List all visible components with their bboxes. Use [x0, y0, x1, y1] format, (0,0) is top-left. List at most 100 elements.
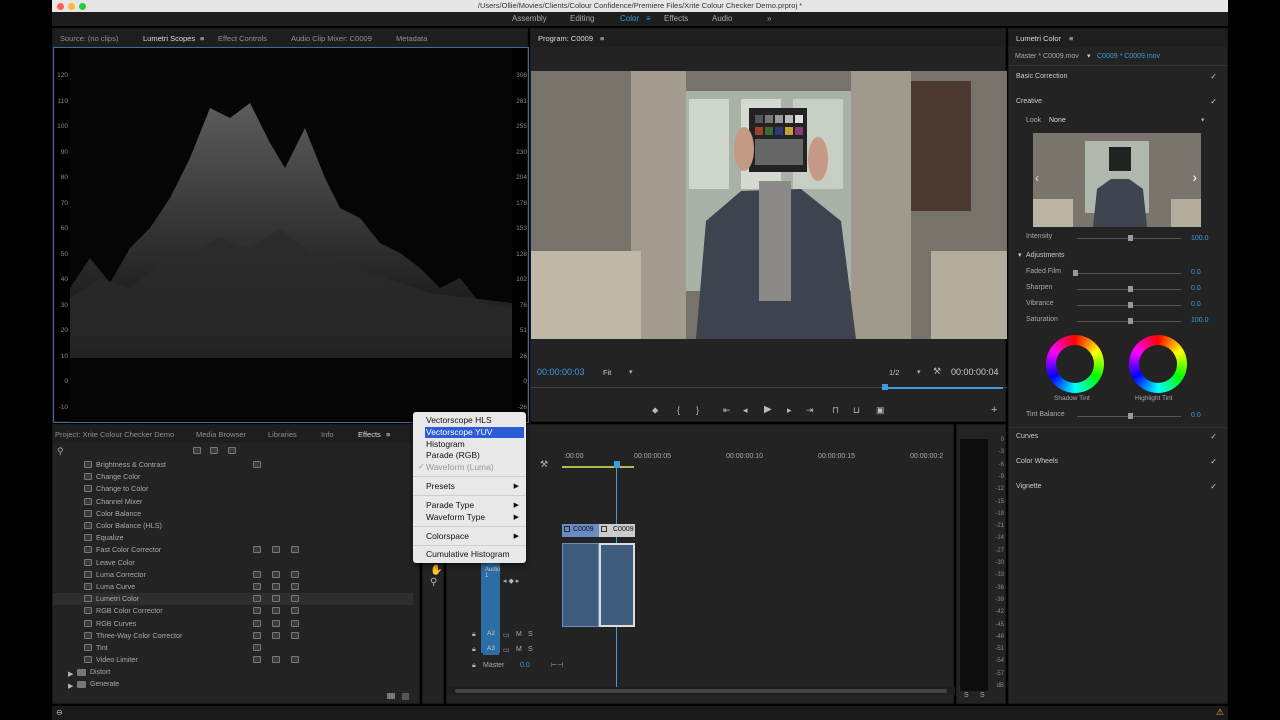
new-bin-icon[interactable]	[387, 693, 395, 699]
zoom-dropdown-icon[interactable]: ▾	[629, 368, 633, 376]
keyframe-nav-icon[interactable]: ◂ ◆ ▸	[503, 577, 519, 585]
lumetri-title[interactable]: Lumetri Color	[1016, 34, 1061, 43]
workspace-editing[interactable]: Editing	[570, 14, 594, 23]
workspace-assembly[interactable]: Assembly	[512, 14, 547, 23]
program-video-frame[interactable]	[531, 71, 1007, 339]
mark-out-icon[interactable]: }	[696, 405, 699, 415]
tab-menu-icon[interactable]: ≡	[200, 34, 204, 43]
effect-item[interactable]: Equalize	[53, 532, 413, 544]
meter-solo-left[interactable]: S	[964, 692, 969, 699]
menu-waveform-type[interactable]: Waveform Type ▶	[413, 512, 526, 523]
master-lock-icon[interactable]: 🔒︎	[472, 662, 476, 670]
timeline-scroll-thumb[interactable]	[455, 689, 947, 693]
sharpen-value[interactable]: 0.0	[1191, 285, 1201, 292]
status-icon[interactable]: ⊖	[56, 708, 63, 717]
program-playhead[interactable]	[882, 384, 888, 390]
clip-dropdown-icon[interactable]: ▾	[1087, 52, 1091, 60]
yuv-effects-filter-icon[interactable]	[228, 447, 236, 454]
a3-track-label[interactable]: A3	[483, 643, 499, 655]
intensity-value[interactable]: 100.0	[1191, 235, 1209, 242]
zoom-tool-icon[interactable]: ⚲	[430, 577, 437, 588]
basic-correction-header[interactable]: Basic Correction	[1016, 73, 1067, 80]
menu-histogram[interactable]: Histogram	[413, 439, 526, 450]
adjustments-collapse-icon[interactable]: ▾	[1018, 251, 1022, 259]
generate-folder[interactable]: Generate	[90, 681, 119, 688]
a2-lock-icon[interactable]: 🔒︎	[472, 631, 476, 639]
go-to-in-icon[interactable]: ⇤	[723, 405, 731, 416]
effect-item[interactable]: Video Limiter	[53, 654, 413, 666]
menu-colorspace[interactable]: Colorspace ▶	[413, 531, 526, 542]
a2-camera-icon[interactable]: ▭	[503, 631, 510, 639]
effect-item[interactable]: Luma Corrector	[53, 569, 413, 581]
master-clip-label[interactable]: Master * C0009.mov	[1015, 53, 1079, 60]
a2-track-label[interactable]: A2	[483, 628, 499, 640]
tab-effect-controls[interactable]: Effect Controls	[218, 34, 267, 43]
a3-lock-icon[interactable]: 🔒︎	[472, 646, 476, 654]
active-clip-label[interactable]: C0009 * C0009.mov	[1097, 53, 1160, 60]
tab-project[interactable]: Project: Xrite Colour Checker Demo	[55, 430, 174, 439]
accelerated-effects-filter-icon[interactable]	[193, 447, 201, 454]
curves-header[interactable]: Curves	[1016, 433, 1038, 440]
adjustments-header[interactable]: Adjustments	[1026, 252, 1065, 259]
look-dropdown-icon[interactable]: ▾	[1201, 116, 1205, 124]
play-icon[interactable]: ▶	[764, 404, 772, 415]
color-wheels-header[interactable]: Color Wheels	[1016, 458, 1058, 465]
distort-folder[interactable]: Distort	[90, 669, 110, 676]
master-link-icon[interactable]: ⊢⊣	[551, 661, 563, 669]
32bit-effects-filter-icon[interactable]	[210, 447, 218, 454]
tab-media-browser[interactable]: Media Browser	[196, 430, 246, 439]
generate-folder-expand-icon[interactable]: ▶	[68, 682, 73, 690]
vibrance-slider-knob[interactable]	[1128, 302, 1133, 308]
program-current-timecode[interactable]: 00:00:00:03	[537, 367, 585, 377]
creative-enable-check[interactable]: ✓	[1210, 97, 1217, 106]
intensity-slider-knob[interactable]	[1128, 235, 1133, 241]
effects-menu-icon[interactable]: ≡	[386, 430, 390, 439]
audio-clip-1[interactable]	[562, 543, 599, 627]
sharpen-slider-knob[interactable]	[1128, 286, 1133, 292]
minimize-window-button[interactable]	[68, 3, 75, 10]
menu-presets[interactable]: Presets ▶	[413, 481, 526, 492]
playback-resolution-select[interactable]: 1/2	[889, 368, 899, 377]
tint-balance-value[interactable]: 0.0	[1191, 412, 1201, 419]
timeline-settings-wrench-icon[interactable]: ⚒	[540, 459, 548, 470]
waveform-scope[interactable]	[53, 47, 529, 423]
highlight-tint-wheel[interactable]	[1129, 335, 1187, 393]
a2-mute-button[interactable]: M	[516, 631, 522, 638]
look-select[interactable]: None	[1049, 117, 1066, 124]
workspace-menu-icon[interactable]: ≡	[646, 14, 651, 23]
saturation-slider-knob[interactable]	[1128, 318, 1133, 324]
lumetri-menu-icon[interactable]: ≡	[1069, 34, 1073, 43]
effect-item[interactable]: Channel Mixer	[53, 496, 413, 508]
shadow-tint-wheel[interactable]	[1046, 335, 1104, 393]
color-wheels-enable-check[interactable]: ✓	[1210, 457, 1217, 466]
master-volume-value[interactable]: 0.0	[520, 662, 530, 669]
meter-solo-right[interactable]: S	[980, 692, 985, 699]
step-back-icon[interactable]: ◂	[743, 405, 748, 416]
search-icon[interactable]: ⚲	[57, 446, 64, 457]
faded-film-value[interactable]: 0.0	[1191, 269, 1201, 276]
previous-look-icon[interactable]: ‹	[1035, 171, 1039, 185]
menu-cumulative-histogram[interactable]: Cumulative Histogram	[413, 549, 526, 560]
vignette-header[interactable]: Vignette	[1016, 483, 1042, 490]
a2-solo-button[interactable]: S	[528, 631, 533, 638]
effect-item[interactable]: Fast Color Corrector	[53, 544, 413, 556]
settings-wrench-icon[interactable]: ⚒	[933, 366, 941, 377]
zoom-level-select[interactable]: Fit	[603, 368, 611, 377]
a3-solo-button[interactable]: S	[528, 646, 533, 653]
effect-item[interactable]: RGB Curves	[53, 618, 413, 630]
resolution-dropdown-icon[interactable]: ▾	[917, 368, 921, 376]
add-marker-icon[interactable]: ⬥	[652, 405, 658, 416]
curves-enable-check[interactable]: ✓	[1210, 432, 1217, 441]
menu-parade-rgb[interactable]: Parade (RGB)	[413, 450, 526, 461]
creative-header[interactable]: Creative	[1016, 98, 1042, 105]
go-to-out-icon[interactable]: ⇥	[806, 405, 814, 416]
effect-item[interactable]: Leave Color	[53, 557, 413, 569]
basic-correction-enable-check[interactable]: ✓	[1210, 72, 1217, 81]
tab-metadata[interactable]: Metadata	[396, 34, 427, 43]
look-preview-thumbnail[interactable]: ‹ ›	[1033, 133, 1201, 227]
effect-item[interactable]: Color Balance (HLS)	[53, 520, 413, 532]
hand-tool-icon[interactable]: ✋	[430, 565, 442, 576]
effect-item[interactable]: Change Color	[53, 471, 413, 483]
effect-item[interactable]: Lumetri Color	[53, 593, 413, 606]
zoom-window-button[interactable]	[79, 3, 86, 10]
